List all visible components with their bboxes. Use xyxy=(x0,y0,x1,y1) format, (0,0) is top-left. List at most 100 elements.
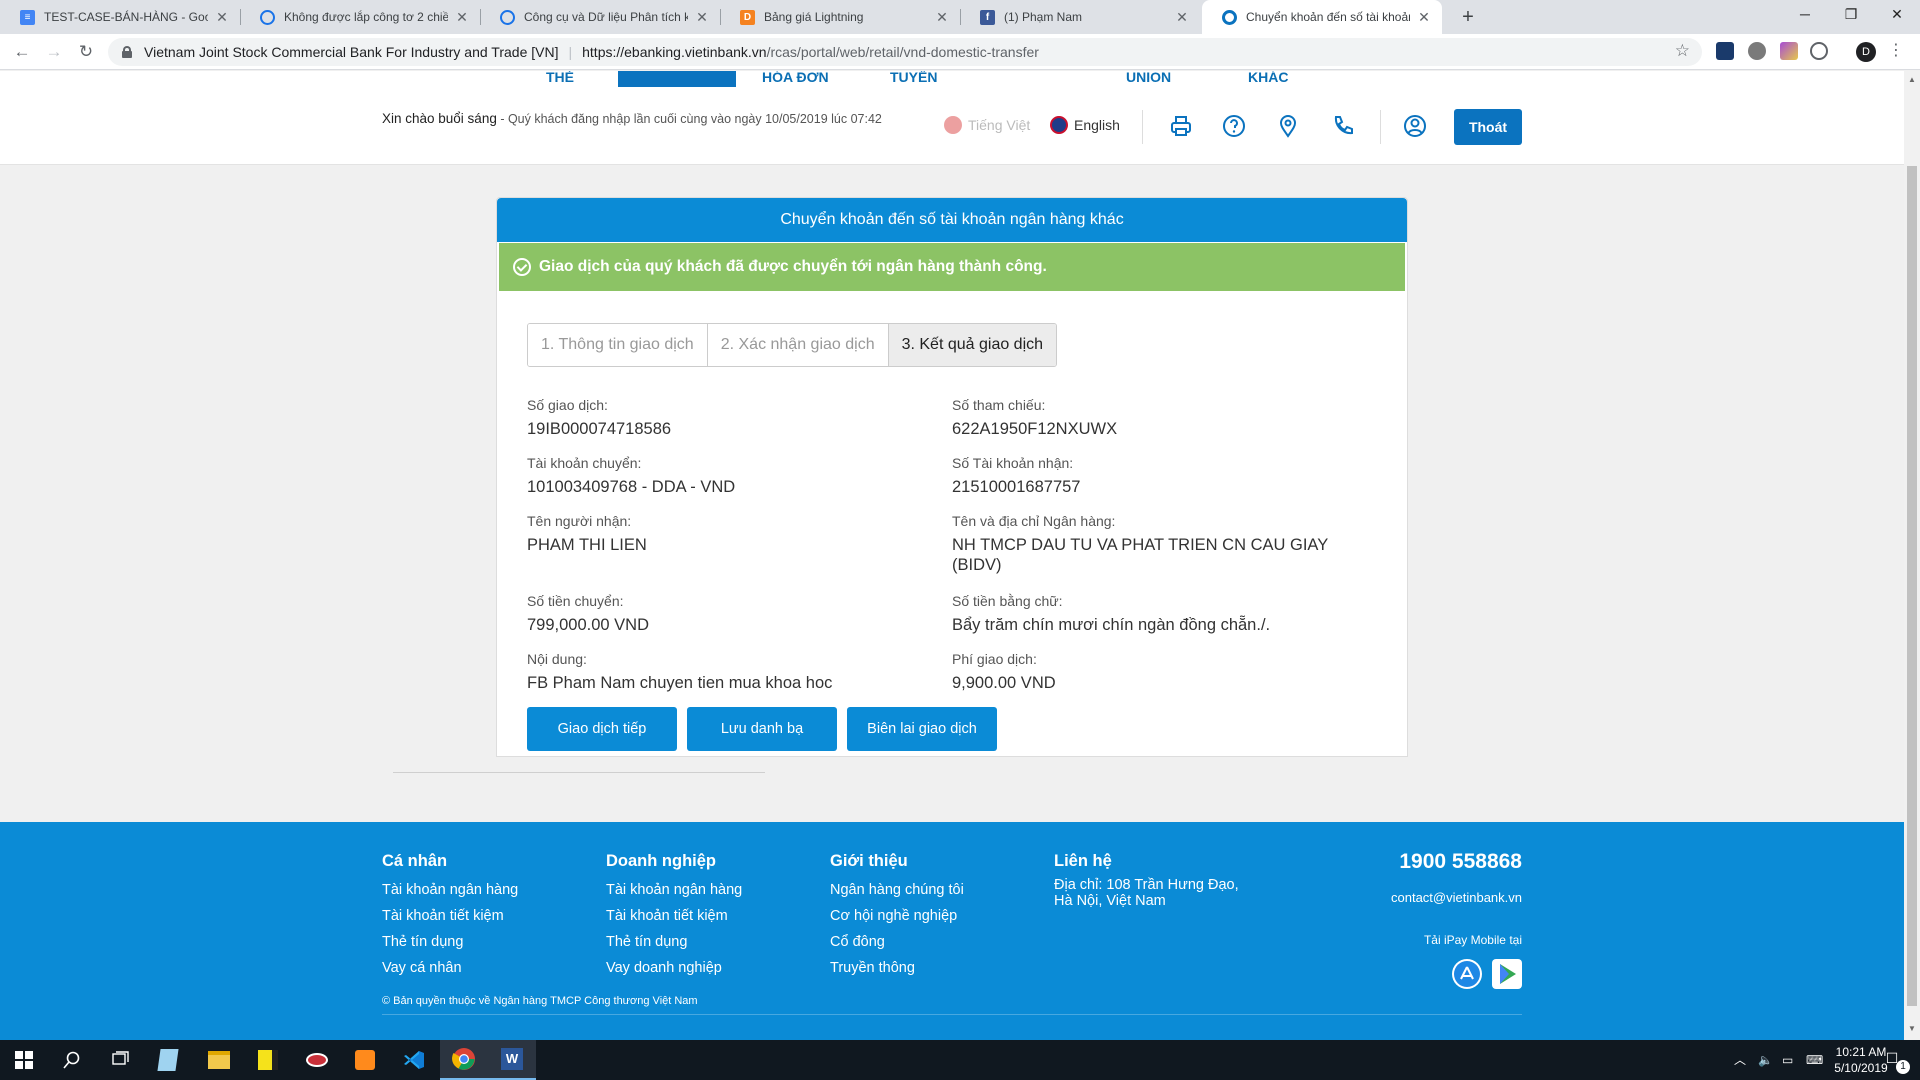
scroll-down-arrow[interactable]: ▼ xyxy=(1907,1024,1917,1034)
step-result: 3. Kết quả giao dịch xyxy=(888,324,1057,366)
extension-icon[interactable] xyxy=(1748,42,1766,60)
facebook-icon: f xyxy=(980,9,995,25)
back-button[interactable]: ← xyxy=(8,38,36,66)
notification-badge: 1 xyxy=(1896,1060,1910,1074)
google-play-icon[interactable] xyxy=(1492,959,1522,989)
copyright: © Bản quyền thuộc về Ngân hàng TMCP Công… xyxy=(382,995,698,1007)
sticky-notes-icon[interactable] xyxy=(244,1040,292,1080)
nav-tuyen[interactable]: TUYẾN xyxy=(890,71,937,85)
tab-vietinbank[interactable]: Chuyển khoản đến số tài khoản ✕ xyxy=(1202,0,1442,34)
file-explorer-icon[interactable] xyxy=(195,1040,243,1080)
divider xyxy=(393,772,765,773)
success-message: Giao dịch của quý khách đã được chuyển t… xyxy=(539,258,1047,275)
footer-link[interactable]: Truyền thông xyxy=(830,955,964,981)
save-contact-button[interactable]: Lưu danh bạ xyxy=(687,707,837,751)
tab-docs[interactable]: ≡ TEST-CASE-BÁN-HÀNG - Google ✕ xyxy=(0,0,240,34)
footer-link[interactable]: Tài khoản ngân hàng xyxy=(382,877,518,903)
profile-avatar[interactable]: D xyxy=(1856,42,1876,62)
snipping-tool-icon[interactable] xyxy=(293,1040,341,1080)
help-icon[interactable] xyxy=(1221,113,1247,139)
nav-the[interactable]: THẺ xyxy=(546,71,574,85)
close-icon[interactable]: ✕ xyxy=(214,9,230,26)
start-icon[interactable] xyxy=(0,1040,48,1080)
footer-link[interactable]: Vay doanh nghiệp xyxy=(606,955,742,981)
app-label: Tải iPay Mobile tại xyxy=(1423,933,1522,947)
transfer-result-card: Chuyển khoản đến số tài khoản ngân hàng … xyxy=(496,197,1408,757)
scrollbar-thumb[interactable] xyxy=(1907,166,1917,1006)
extension-icon[interactable] xyxy=(1716,42,1734,60)
tab-strip: ≡ TEST-CASE-BÁN-HÀNG - Google ✕ Không đư… xyxy=(0,0,1920,34)
site-header: THẺ HÓA ĐƠN TUYẾN UNION KHÁC Xin chào bu… xyxy=(0,71,1904,165)
page-scrollbar[interactable]: ▲ ▼ xyxy=(1904,71,1920,1040)
field-content: Nội dung: FB Pham Nam chuyen tien mua kh… xyxy=(527,651,833,692)
print-icon[interactable] xyxy=(1168,113,1194,139)
url-host: https://ebanking.vietinbank.vn xyxy=(582,44,767,60)
new-tab-button[interactable]: + xyxy=(1454,3,1482,31)
footer-link[interactable]: Cơ hội nghề nghiệp xyxy=(830,903,964,929)
receipt-button[interactable]: Biên lai giao dịch xyxy=(847,707,997,751)
address-bar[interactable]: Vietnam Joint Stock Commercial Bank For … xyxy=(108,38,1702,66)
task-view-icon[interactable] xyxy=(96,1040,144,1080)
tab-facebook[interactable]: f (1) Phạm Nam ✕ xyxy=(960,0,1200,34)
reload-button[interactable]: ↻ xyxy=(72,38,100,66)
tab-lightning[interactable]: D Bảng giá Lightning ✕ xyxy=(720,0,960,34)
notepad-icon[interactable] xyxy=(144,1040,192,1080)
greeting-title: Xin chào buổi sáng xyxy=(382,111,497,126)
close-window-button[interactable]: ✕ xyxy=(1874,0,1920,30)
sublime-text-icon[interactable] xyxy=(341,1040,389,1080)
chrome-icon[interactable] xyxy=(440,1040,488,1080)
phone-icon[interactable] xyxy=(1330,113,1356,139)
close-icon[interactable]: ✕ xyxy=(1174,9,1190,26)
vscode-icon[interactable] xyxy=(390,1040,438,1080)
new-transaction-button[interactable]: Giao dịch tiếp xyxy=(527,707,677,751)
step-confirm: 2. Xác nhận giao dịch xyxy=(707,324,889,366)
tray-chevron-icon[interactable]: ︿ xyxy=(1734,1052,1746,1068)
close-icon[interactable]: ✕ xyxy=(694,9,710,26)
app-store-icon[interactable] xyxy=(1452,959,1482,989)
maximize-button[interactable]: ❐ xyxy=(1828,0,1874,30)
language-icon[interactable]: ⌨ xyxy=(1806,1052,1823,1068)
footer-col-personal: Cá nhân Tài khoản ngân hàng Tài khoản ti… xyxy=(382,852,518,981)
vn-flag-icon xyxy=(944,116,962,134)
location-pin-icon[interactable] xyxy=(1275,113,1301,139)
contact-email[interactable]: contact@vietinbank.vn xyxy=(1391,890,1522,905)
nav-hoa-don[interactable]: HÓA ĐƠN xyxy=(762,71,829,85)
logout-button[interactable]: Thoát xyxy=(1454,109,1522,145)
volume-icon[interactable]: 🔈 xyxy=(1758,1052,1773,1068)
close-icon[interactable]: ✕ xyxy=(934,9,950,26)
search-icon[interactable] xyxy=(48,1040,96,1080)
nav-union[interactable]: UNION xyxy=(1126,71,1171,85)
menu-icon[interactable]: ⋮ xyxy=(1888,40,1904,62)
divider xyxy=(382,1014,1522,1015)
bookmark-star-icon[interactable]: ☆ xyxy=(1675,41,1690,61)
minimize-button[interactable]: ─ xyxy=(1782,0,1828,30)
globe-icon xyxy=(260,9,275,25)
taskbar: W ︿ 🔈 ▭ ⌨ 10:21 AM 5/10/2019 ☐ 1 xyxy=(0,1040,1920,1080)
footer-link[interactable]: Ngân hàng chúng tôi xyxy=(830,877,964,903)
footer-link[interactable]: Tài khoản tiết kiệm xyxy=(606,903,742,929)
footer-link[interactable]: Cổ đông xyxy=(830,929,964,955)
footer-col-business: Doanh nghiệp Tài khoản ngân hàng Tài kho… xyxy=(606,852,742,981)
close-icon[interactable]: ✕ xyxy=(1416,9,1432,26)
network-icon[interactable]: ▭ xyxy=(1782,1052,1793,1068)
tab-cong-cu[interactable]: Công cụ và Dữ liệu Phân tích kỹ ✕ xyxy=(480,0,720,34)
user-account-icon[interactable] xyxy=(1402,113,1428,139)
lang-en[interactable]: English xyxy=(1050,116,1120,134)
footer-link[interactable]: Thẻ tín dụng xyxy=(382,929,518,955)
footer-link[interactable]: Tài khoản tiết kiệm xyxy=(382,903,518,929)
field-txn-no: Số giao dịch: 19IB000074718586 xyxy=(527,397,672,438)
scroll-up-arrow[interactable]: ▲ xyxy=(1907,75,1917,85)
footer-link[interactable]: Tài khoản ngân hàng xyxy=(606,877,742,903)
url-path: /rcas/portal/web/retail/vnd-domestic-tra… xyxy=(766,44,1039,60)
recycle-extension-icon[interactable] xyxy=(1810,42,1828,60)
footer-link[interactable]: Thẻ tín dụng xyxy=(606,929,742,955)
tab-cong-to[interactable]: Không được lắp công tơ 2 chiều ✕ xyxy=(240,0,480,34)
pen-extension-icon[interactable] xyxy=(1780,42,1798,60)
lang-vi[interactable]: Tiếng Việt xyxy=(944,116,1030,134)
nav-khac[interactable]: KHÁC xyxy=(1248,71,1288,85)
footer-address: Địa chỉ: 108 Trần Hưng Đạo, xyxy=(1054,877,1239,893)
word-icon[interactable]: W xyxy=(488,1040,536,1080)
forward-button[interactable]: → xyxy=(40,38,68,66)
close-icon[interactable]: ✕ xyxy=(454,9,470,26)
footer-link[interactable]: Vay cá nhân xyxy=(382,955,518,981)
